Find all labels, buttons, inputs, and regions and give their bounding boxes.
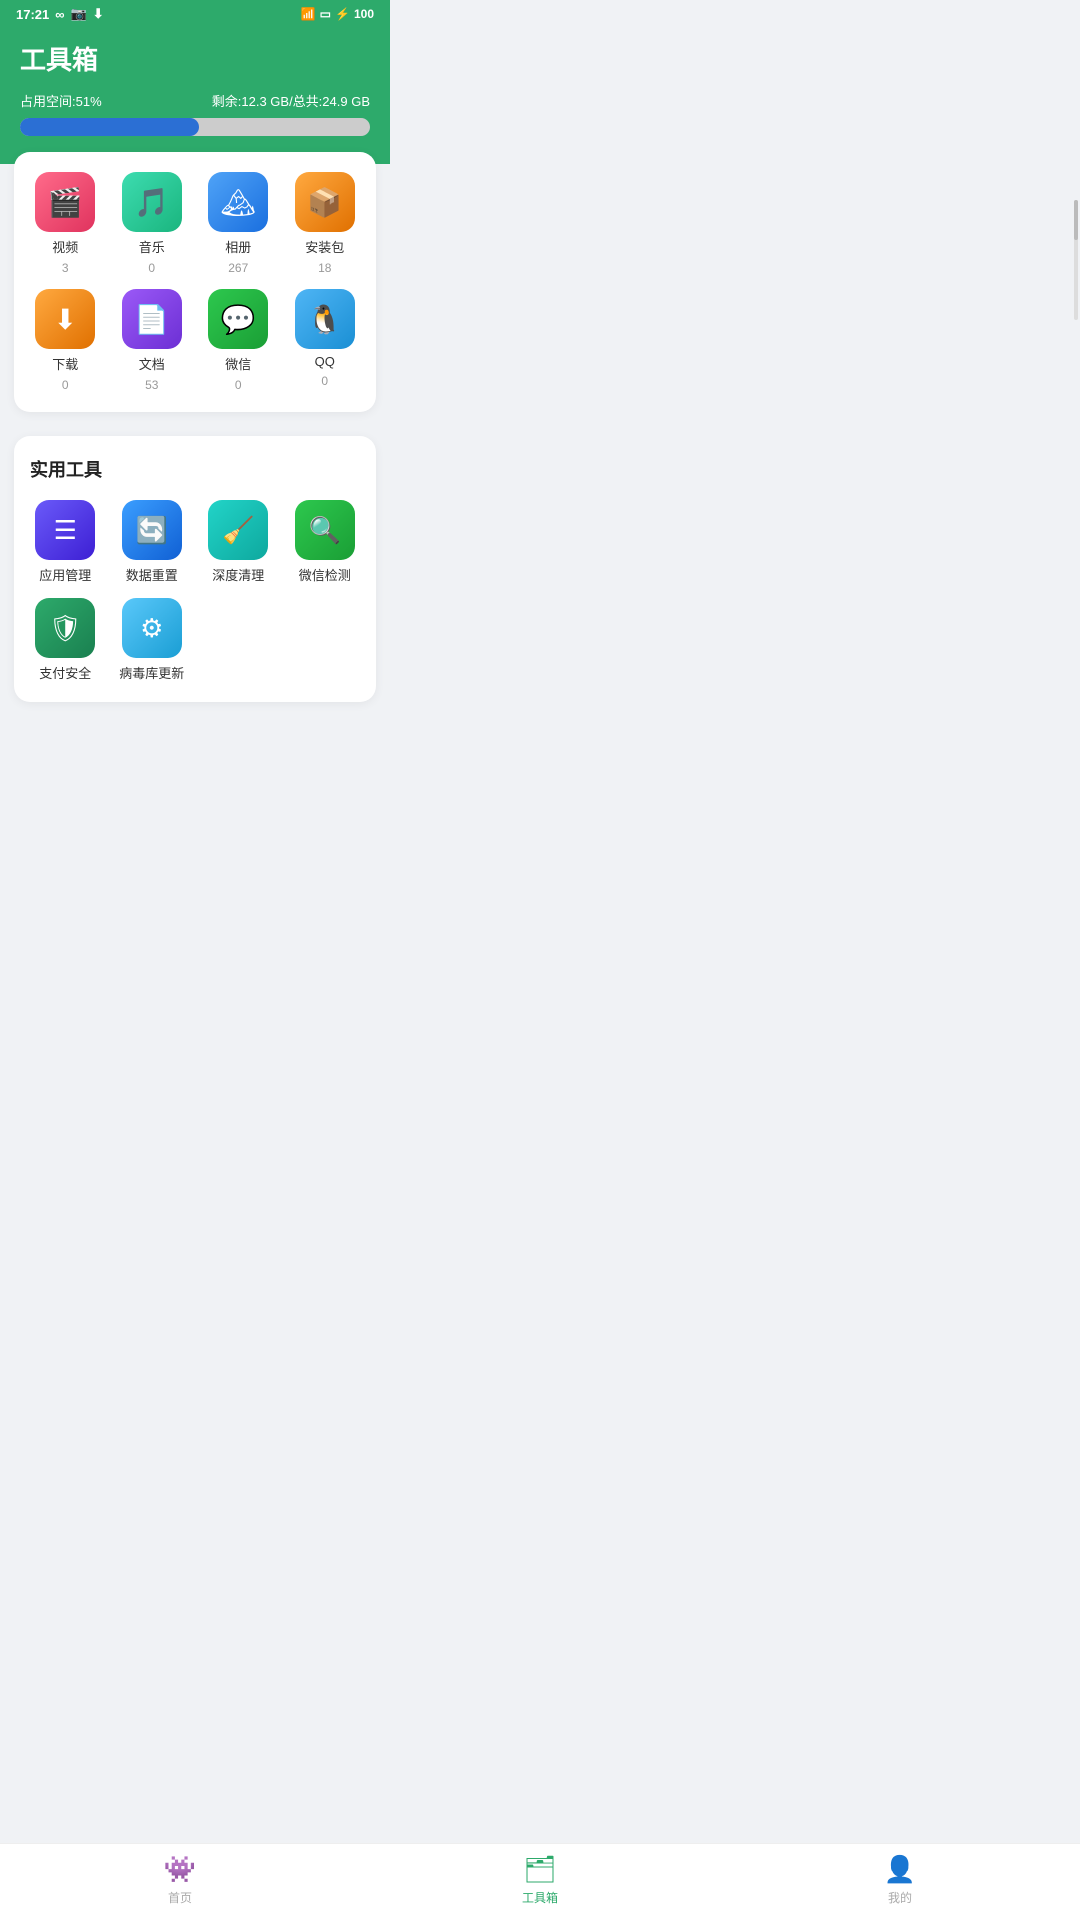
storage-progress-bar: [20, 118, 370, 136]
tool-item-wechat-check[interactable]: 🔍 微信检测: [284, 500, 367, 584]
sim-icon: ▭: [320, 7, 331, 21]
scrollbar-thumb[interactable]: [1074, 200, 1078, 240]
storage-used-label: 占用空间:51%: [20, 91, 102, 110]
tools-grid: ☰ 应用管理 🔄 数据重置 🧹 深度清理 🔍 微信检测 🛡 支付安全 ⚙ 病毒库…: [24, 500, 366, 682]
home-nav-icon: 👾: [164, 1854, 196, 1885]
home-nav-label: 首页: [168, 1889, 192, 1906]
nav-item-profile[interactable]: 👤 我的: [720, 1844, 1080, 1920]
status-bar: 17:21 ∞ 📷 ⬇ 📶 ▭ ⚡ 100: [0, 0, 390, 26]
page-title: 工具箱: [20, 40, 370, 77]
storage-progress-fill: [20, 118, 199, 136]
tool-item-virus-update[interactable]: ⚙ 病毒库更新: [111, 598, 194, 682]
tool-item-pay-security[interactable]: 🛡 支付安全: [24, 598, 107, 682]
wechat-check-label: 微信检测: [299, 565, 351, 584]
video-count: 3: [62, 261, 69, 275]
tools-section-title: 实用工具: [24, 456, 366, 482]
file-item-wechat[interactable]: 💬 微信 0: [197, 289, 280, 392]
download-icon: ⬇: [35, 289, 95, 349]
toolbox-nav-label: 工具箱: [522, 1889, 558, 1906]
bottom-nav: 👾 首页 🗂 工具箱 👤 我的: [0, 1843, 1080, 1920]
file-item-music[interactable]: 🎵 音乐 0: [111, 172, 194, 275]
status-left: 17:21 ∞ 📷 ⬇: [16, 6, 104, 22]
storage-remain-label: 剩余:12.3 GB/总共:24.9 GB: [212, 91, 370, 110]
file-item-apk[interactable]: 📦 安装包 18: [284, 172, 367, 275]
doc-icon: 📄: [122, 289, 182, 349]
toolbox-nav-icon: 🗂: [523, 1854, 556, 1885]
virus-update-icon: ⚙: [122, 598, 182, 658]
photo-count: 267: [228, 261, 248, 275]
wifi-icon: 📶: [301, 7, 316, 21]
charge-icon: ⚡: [335, 7, 350, 21]
qq-label: QQ: [315, 354, 335, 369]
signal-icon: ∞: [55, 7, 64, 22]
doc-count: 53: [145, 378, 158, 392]
music-count: 0: [148, 261, 155, 275]
nav-item-home[interactable]: 👾 首页: [0, 1844, 360, 1920]
music-icon: 🎵: [122, 172, 182, 232]
download-arrow-icon: ⬇: [93, 6, 104, 22]
battery-level: 100: [354, 7, 374, 21]
profile-nav-label: 我的: [888, 1889, 912, 1906]
music-label: 音乐: [139, 237, 165, 256]
apk-count: 18: [318, 261, 331, 275]
tools-card: 实用工具 ☰ 应用管理 🔄 数据重置 🧹 深度清理 🔍 微信检测 🛡 支付安全 …: [14, 436, 376, 702]
scrollbar-track[interactable]: [1074, 200, 1078, 320]
photo-icon: 🏔: [208, 172, 268, 232]
deep-clean-label: 深度清理: [212, 565, 264, 584]
data-reset-icon: 🔄: [122, 500, 182, 560]
tool-item-deep-clean[interactable]: 🧹 深度清理: [197, 500, 280, 584]
apk-icon: 📦: [295, 172, 355, 232]
doc-label: 文档: [139, 354, 165, 373]
file-item-download[interactable]: ⬇ 下载 0: [24, 289, 107, 392]
camera-icon: 📷: [71, 6, 87, 22]
pay-security-label: 支付安全: [39, 663, 91, 682]
apk-label: 安装包: [305, 237, 344, 256]
app-manage-label: 应用管理: [39, 565, 91, 584]
file-item-qq[interactable]: 🐧 QQ 0: [284, 289, 367, 392]
header: 工具箱 占用空间:51% 剩余:12.3 GB/总共:24.9 GB: [0, 26, 390, 164]
file-item-doc[interactable]: 📄 文档 53: [111, 289, 194, 392]
tool-item-data-reset[interactable]: 🔄 数据重置: [111, 500, 194, 584]
profile-nav-icon: 👤: [884, 1854, 916, 1885]
wechat-count: 0: [235, 378, 242, 392]
download-count: 0: [62, 378, 69, 392]
file-grid-card: 🎬 视频 3 🎵 音乐 0 🏔 相册 267 📦 安装包 18 ⬇ 下载 0 📄…: [14, 152, 376, 412]
file-item-photo[interactable]: 🏔 相册 267: [197, 172, 280, 275]
deep-clean-icon: 🧹: [208, 500, 268, 560]
status-right: 📶 ▭ ⚡ 100: [301, 7, 374, 21]
photo-label: 相册: [225, 237, 251, 256]
data-reset-label: 数据重置: [126, 565, 178, 584]
qq-count: 0: [321, 374, 328, 388]
video-label: 视频: [52, 237, 78, 256]
app-manage-icon: ☰: [35, 500, 95, 560]
file-item-video[interactable]: 🎬 视频 3: [24, 172, 107, 275]
wechat-label: 微信: [225, 354, 251, 373]
storage-info: 占用空间:51% 剩余:12.3 GB/总共:24.9 GB: [20, 91, 370, 110]
virus-update-label: 病毒库更新: [119, 663, 184, 682]
qq-icon: 🐧: [295, 289, 355, 349]
wechat-icon: 💬: [208, 289, 268, 349]
wechat-check-icon: 🔍: [295, 500, 355, 560]
time: 17:21: [16, 7, 49, 22]
pay-security-icon: 🛡: [35, 598, 95, 658]
video-icon: 🎬: [35, 172, 95, 232]
download-label: 下载: [52, 354, 78, 373]
file-grid: 🎬 视频 3 🎵 音乐 0 🏔 相册 267 📦 安装包 18 ⬇ 下载 0 📄…: [24, 172, 366, 392]
tool-item-app-manage[interactable]: ☰ 应用管理: [24, 500, 107, 584]
nav-item-toolbox[interactable]: 🗂 工具箱: [360, 1844, 720, 1920]
